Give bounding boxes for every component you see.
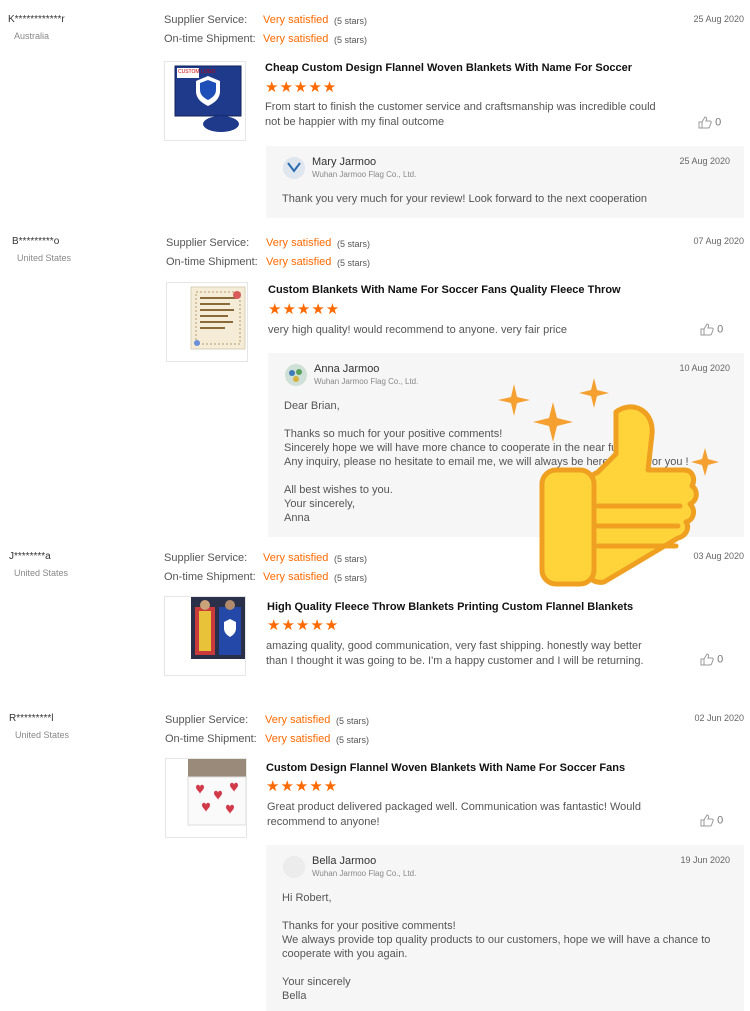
reply-company: Wuhan Jarmoo Flag Co., Ltd.: [314, 377, 419, 386]
review-date: 07 Aug 2020: [693, 236, 744, 246]
supplier-service-label: Supplier Service:: [164, 552, 248, 564]
supplier-service-rating: Very satisfied: [263, 14, 329, 26]
product-thumbnail[interactable]: [165, 758, 247, 838]
reply-date: 19 Jun 2020: [680, 855, 730, 865]
reply-text: Thank you very much for your review! Loo…: [282, 193, 648, 205]
like-count: 0: [717, 323, 724, 336]
product-title[interactable]: High Quality Fleece Throw Blankets Print…: [267, 601, 633, 613]
supplier-service-stars: (5 stars): [334, 554, 368, 564]
product-thumbnail[interactable]: [164, 596, 246, 676]
buyer-country: United States: [15, 730, 70, 740]
review-text: From start to finish the customer servic…: [265, 101, 656, 128]
supplier-service-stars: (5 stars): [336, 716, 370, 726]
like-button[interactable]: 0: [700, 653, 723, 666]
ontime-shipment-stars: (5 stars): [334, 573, 368, 583]
supplier-service-rating: Very satisfied: [263, 552, 329, 564]
review-stars: ★★★★★: [267, 617, 340, 634]
reply-date: 10 Aug 2020: [679, 363, 730, 373]
ontime-shipment-rating: Very satisfied: [263, 33, 329, 45]
buyer-name: R*********l: [9, 713, 54, 724]
review-text: Great product delivered packaged well. C…: [267, 801, 641, 828]
reply-author: Bella Jarmoo: [312, 855, 377, 867]
ontime-shipment-stars: (5 stars): [337, 258, 371, 268]
supplier-reply: Bella Jarmoo Wuhan Jarmoo Flag Co., Ltd.…: [266, 845, 744, 1011]
review-date: 02 Jun 2020: [694, 713, 744, 723]
product-title[interactable]: Cheap Custom Design Flannel Woven Blanke…: [265, 62, 632, 74]
thumbs-up-icon: [700, 323, 714, 336]
avatar: [283, 157, 305, 179]
reply-company: Wuhan Jarmoo Flag Co., Ltd.: [312, 869, 417, 878]
thumbs-up-icon: [539, 404, 699, 587]
product-title[interactable]: Custom Design Flannel Woven Blankets Wit…: [266, 762, 625, 774]
supplier-service-label: Supplier Service:: [165, 714, 249, 726]
buyer-name: J********a: [9, 551, 51, 562]
ontime-shipment-rating: Very satisfied: [266, 256, 332, 268]
review-stars: ★★★★★: [265, 79, 338, 96]
ontime-shipment-label: On-time Shipment:: [164, 33, 256, 45]
like-button[interactable]: 0: [700, 323, 723, 336]
avatar: [285, 364, 307, 386]
blanket-image: [187, 759, 246, 826]
buyer-country: Australia: [14, 31, 50, 41]
thumbs-up-icon: [700, 653, 714, 666]
like-count: 0: [715, 116, 722, 129]
supplier-service-label: Supplier Service:: [166, 237, 250, 249]
review-date: 25 Aug 2020: [693, 14, 744, 24]
supplier-service-stars: (5 stars): [337, 239, 371, 249]
thumbs-up-sticker-icon: [498, 378, 719, 587]
supplier-service-stars: (5 stars): [334, 16, 368, 26]
blanket-image: CUSTOM LOGO: [174, 65, 242, 132]
like-button[interactable]: 0: [700, 814, 723, 827]
ontime-shipment-rating: Very satisfied: [265, 733, 331, 745]
blanket-image: [190, 286, 246, 350]
ontime-shipment-label: On-time Shipment:: [165, 733, 257, 745]
ontime-shipment-stars: (5 stars): [334, 35, 368, 45]
review-text: amazing quality, good communication, ver…: [266, 640, 644, 667]
like-count: 0: [717, 814, 724, 827]
buyer-country: United States: [14, 568, 69, 578]
reply-text: Hi Robert, Thanks for your positive comm…: [282, 892, 711, 1002]
supplier-reply: Mary Jarmoo Wuhan Jarmoo Flag Co., Ltd. …: [266, 146, 744, 218]
review-text: very high quality! would recommend to an…: [268, 324, 567, 336]
buyer-country: United States: [17, 253, 72, 263]
like-button[interactable]: 0: [698, 116, 721, 129]
avatar: [283, 856, 305, 878]
product-thumbnail[interactable]: [166, 282, 248, 362]
product-title[interactable]: Custom Blankets With Name For Soccer Fan…: [268, 284, 621, 296]
ontime-shipment-rating: Very satisfied: [263, 571, 329, 583]
ontime-shipment-stars: (5 stars): [336, 735, 370, 745]
reply-author: Mary Jarmoo: [312, 156, 377, 168]
product-thumbnail[interactable]: CUSTOM LOGO: [164, 61, 246, 141]
buyer-name: K************r: [8, 14, 65, 25]
review-stars: ★★★★★: [268, 301, 341, 318]
supplier-service-rating: Very satisfied: [265, 714, 331, 726]
ontime-shipment-label: On-time Shipment:: [164, 571, 256, 583]
ontime-shipment-label: On-time Shipment:: [166, 256, 258, 268]
thumbs-up-icon: [700, 814, 714, 827]
thumb-label: CUSTOM LOGO: [178, 69, 216, 75]
reply-company: Wuhan Jarmoo Flag Co., Ltd.: [312, 170, 417, 179]
review-stars: ★★★★★: [266, 778, 339, 795]
buyer-name: B*********o: [12, 236, 60, 247]
supplier-service-label: Supplier Service:: [164, 14, 248, 26]
supplier-service-rating: Very satisfied: [266, 237, 332, 249]
blanket-image: [191, 597, 245, 659]
thumbs-up-icon: [698, 116, 712, 129]
like-count: 0: [717, 653, 724, 666]
reply-author: Anna Jarmoo: [314, 363, 380, 375]
reply-date: 25 Aug 2020: [679, 156, 730, 166]
